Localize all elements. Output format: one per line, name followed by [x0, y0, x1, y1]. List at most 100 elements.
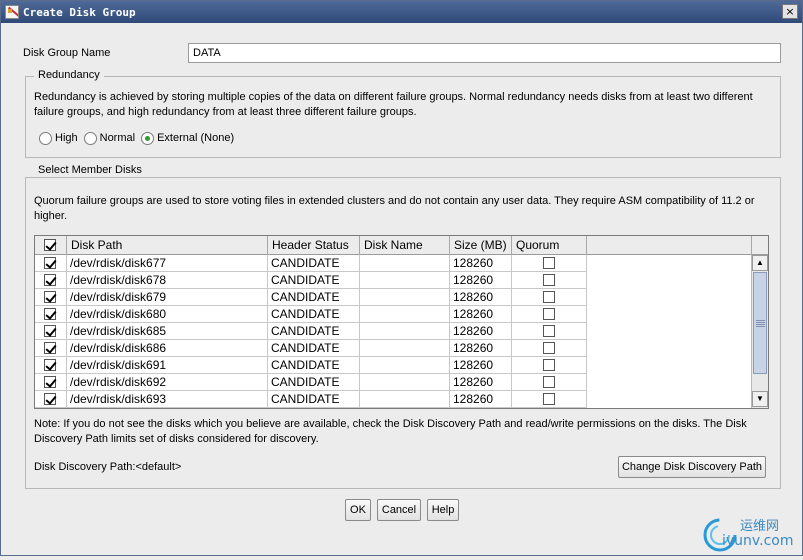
- header-status-cell: CANDIDATE: [268, 289, 360, 306]
- table-corner: [751, 236, 768, 255]
- header-status-cell: CANDIDATE: [268, 306, 360, 323]
- close-button[interactable]: ×: [782, 4, 798, 19]
- quorum-cell[interactable]: [512, 357, 587, 374]
- quorum-cell[interactable]: [512, 255, 587, 272]
- quorum-cell[interactable]: [512, 374, 587, 391]
- change-discovery-path-button[interactable]: Change Disk Discovery Path: [618, 456, 766, 478]
- scroll-up-arrow[interactable]: ▲: [752, 255, 768, 271]
- table-scrollbar[interactable]: ▲ ▼: [751, 255, 768, 408]
- watermark: 运维网 iyunv.com: [698, 507, 803, 557]
- row-select-cell[interactable]: [35, 323, 67, 340]
- thumb-grip-icon: [756, 319, 765, 327]
- disk-path-cell: /dev/rdisk/disk685: [67, 323, 268, 340]
- quorum-cell[interactable]: [512, 272, 587, 289]
- quorum-cell[interactable]: [512, 340, 587, 357]
- row-select-checkbox[interactable]: [44, 342, 56, 354]
- quorum-checkbox[interactable]: [543, 376, 555, 388]
- row-select-cell[interactable]: [35, 391, 67, 408]
- table-row[interactable]: /dev/rdisk/disk677 CANDIDATE 128260: [35, 255, 587, 272]
- size-cell: 128260: [450, 340, 512, 357]
- table-row[interactable]: /dev/rdisk/disk686 CANDIDATE 128260: [35, 340, 587, 357]
- row-select-checkbox[interactable]: [44, 257, 56, 269]
- disk-group-name-label: Disk Group Name: [23, 47, 111, 59]
- scroll-thumb[interactable]: [753, 272, 767, 374]
- col-quorum[interactable]: Quorum: [512, 236, 587, 255]
- row-select-cell[interactable]: [35, 340, 67, 357]
- row-select-cell[interactable]: [35, 306, 67, 323]
- select-all-header[interactable]: [35, 236, 67, 255]
- header-status-cell: CANDIDATE: [268, 340, 360, 357]
- disk-path-cell: /dev/rdisk/disk693: [67, 391, 268, 408]
- row-select-cell[interactable]: [35, 255, 67, 272]
- disk-path-cell: /dev/rdisk/disk692: [67, 374, 268, 391]
- row-select-cell[interactable]: [35, 272, 67, 289]
- row-select-checkbox[interactable]: [44, 376, 56, 388]
- disk-name-cell: [360, 306, 450, 323]
- table-row[interactable]: /dev/rdisk/disk685 CANDIDATE 128260: [35, 323, 587, 340]
- scroll-down-arrow[interactable]: ▼: [752, 391, 768, 407]
- radio-high[interactable]: [39, 131, 52, 145]
- size-cell: 128260: [450, 272, 512, 289]
- size-cell: 128260: [450, 306, 512, 323]
- select-all-checkbox[interactable]: [44, 239, 56, 251]
- create-disk-group-dialog: Create Disk Group × Disk Group Name Redu…: [0, 0, 803, 556]
- row-select-checkbox[interactable]: [44, 325, 56, 337]
- table-row[interactable]: /dev/rdisk/disk692 CANDIDATE 128260: [35, 374, 587, 391]
- table-row[interactable]: /dev/rdisk/disk678 CANDIDATE 128260: [35, 272, 587, 289]
- quorum-checkbox[interactable]: [543, 274, 555, 286]
- row-select-checkbox[interactable]: [44, 359, 56, 371]
- header-status-cell: CANDIDATE: [268, 323, 360, 340]
- size-cell: 128260: [450, 374, 512, 391]
- quorum-cell[interactable]: [512, 306, 587, 323]
- quorum-checkbox[interactable]: [543, 342, 555, 354]
- disk-name-cell: [360, 340, 450, 357]
- quorum-cell[interactable]: [512, 289, 587, 306]
- ok-button[interactable]: OK: [345, 499, 371, 521]
- radio-normal-label[interactable]: Normal: [100, 132, 135, 144]
- disk-name-cell: [360, 391, 450, 408]
- row-select-cell[interactable]: [35, 357, 67, 374]
- quorum-cell[interactable]: [512, 391, 587, 408]
- disk-path-cell: /dev/rdisk/disk680: [67, 306, 268, 323]
- title-bar[interactable]: Create Disk Group ×: [1, 1, 802, 23]
- quorum-checkbox[interactable]: [543, 359, 555, 371]
- disk-group-name-input[interactable]: [188, 43, 781, 63]
- row-select-cell[interactable]: [35, 374, 67, 391]
- row-select-checkbox[interactable]: [44, 274, 56, 286]
- col-disk-name[interactable]: Disk Name: [360, 236, 450, 255]
- size-cell: 128260: [450, 323, 512, 340]
- radio-high-label[interactable]: High: [55, 132, 78, 144]
- col-size[interactable]: Size (MB): [450, 236, 512, 255]
- header-status-cell: CANDIDATE: [268, 391, 360, 408]
- col-header-status[interactable]: Header Status: [268, 236, 360, 255]
- app-icon: [5, 5, 19, 19]
- watermark-url: iyunv.com: [722, 533, 794, 549]
- help-button[interactable]: Help: [427, 499, 459, 521]
- quorum-checkbox[interactable]: [543, 257, 555, 269]
- cancel-button[interactable]: Cancel: [377, 499, 421, 521]
- row-select-cell[interactable]: [35, 289, 67, 306]
- radio-external[interactable]: [141, 131, 155, 145]
- header-status-cell: CANDIDATE: [268, 272, 360, 289]
- table-row[interactable]: /dev/rdisk/disk680 CANDIDATE 128260: [35, 306, 587, 323]
- discovery-path-label: Disk Discovery Path:<default>: [34, 461, 182, 473]
- radio-normal[interactable]: [83, 131, 97, 145]
- quorum-checkbox[interactable]: [543, 308, 555, 320]
- quorum-checkbox[interactable]: [543, 291, 555, 303]
- size-cell: 128260: [450, 289, 512, 306]
- row-select-checkbox[interactable]: [44, 291, 56, 303]
- row-select-checkbox[interactable]: [44, 308, 56, 320]
- table-row[interactable]: /dev/rdisk/disk679 CANDIDATE 128260: [35, 289, 587, 306]
- watermark-cn: 运维网: [740, 519, 780, 534]
- quorum-checkbox[interactable]: [543, 393, 555, 405]
- quorum-checkbox[interactable]: [543, 325, 555, 337]
- member-disks-legend: Select Member Disks: [34, 164, 146, 176]
- quorum-cell[interactable]: [512, 323, 587, 340]
- col-disk-path[interactable]: Disk Path: [67, 236, 268, 255]
- radio-external-label[interactable]: External (None): [157, 132, 234, 144]
- size-cell: 128260: [450, 357, 512, 374]
- row-select-checkbox[interactable]: [44, 393, 56, 405]
- table-row[interactable]: /dev/rdisk/disk693 CANDIDATE 128260: [35, 391, 587, 408]
- disk-name-cell: [360, 323, 450, 340]
- table-row[interactable]: /dev/rdisk/disk691 CANDIDATE 128260: [35, 357, 587, 374]
